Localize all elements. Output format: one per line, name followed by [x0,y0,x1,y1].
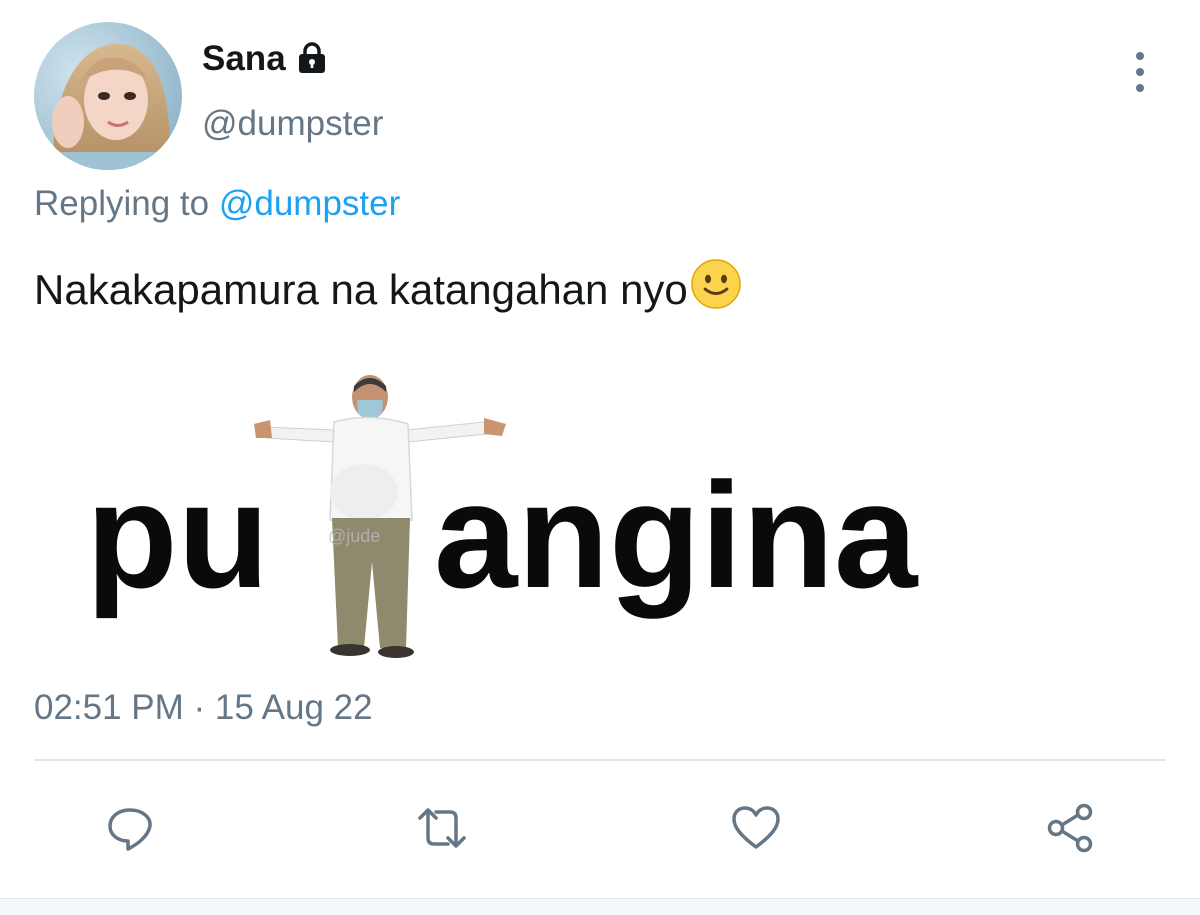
meme-text-left: pu [86,451,269,619]
tweet-detail: Sana @dumpster Replying to @dumpster Nak… [0,0,1200,915]
dot [1136,52,1144,60]
bottom-bar [0,898,1200,915]
smiling-face-emoji-icon [690,258,742,310]
dot [1136,68,1144,76]
tweet-actions [0,790,1200,870]
reply-icon [102,800,158,861]
retweet-button[interactable] [412,800,472,860]
like-button[interactable] [726,800,786,860]
tweet-body: Nakakapamura na katangahan nyo [34,266,688,313]
share-button[interactable] [1040,800,1100,860]
share-icon [1042,800,1098,861]
meme-text-right: angina [434,451,919,619]
tweet-image[interactable]: pu angina @jude [34,342,1166,672]
user-handle[interactable]: @dumpster [202,106,383,141]
lock-icon [294,40,330,76]
meme-watermark: @jude [328,526,380,546]
display-name-text: Sana [202,38,286,78]
replying-to: Replying to @dumpster [34,186,400,221]
tweet-timestamp[interactable]: 02:51 PM · 15 Aug 22 [34,690,373,725]
dot [1136,84,1144,92]
display-name[interactable]: Sana [202,40,330,76]
reply-button[interactable] [100,800,160,860]
tweet-text: Nakakapamura na katangahan nyo [34,258,742,311]
retweet-icon [412,800,472,861]
more-options-icon[interactable] [1124,52,1156,92]
heart-icon [728,800,784,861]
replying-to-prefix: Replying to [34,184,210,223]
divider [34,759,1166,761]
replying-to-link[interactable]: @dumpster [219,184,400,223]
avatar[interactable] [34,22,182,170]
